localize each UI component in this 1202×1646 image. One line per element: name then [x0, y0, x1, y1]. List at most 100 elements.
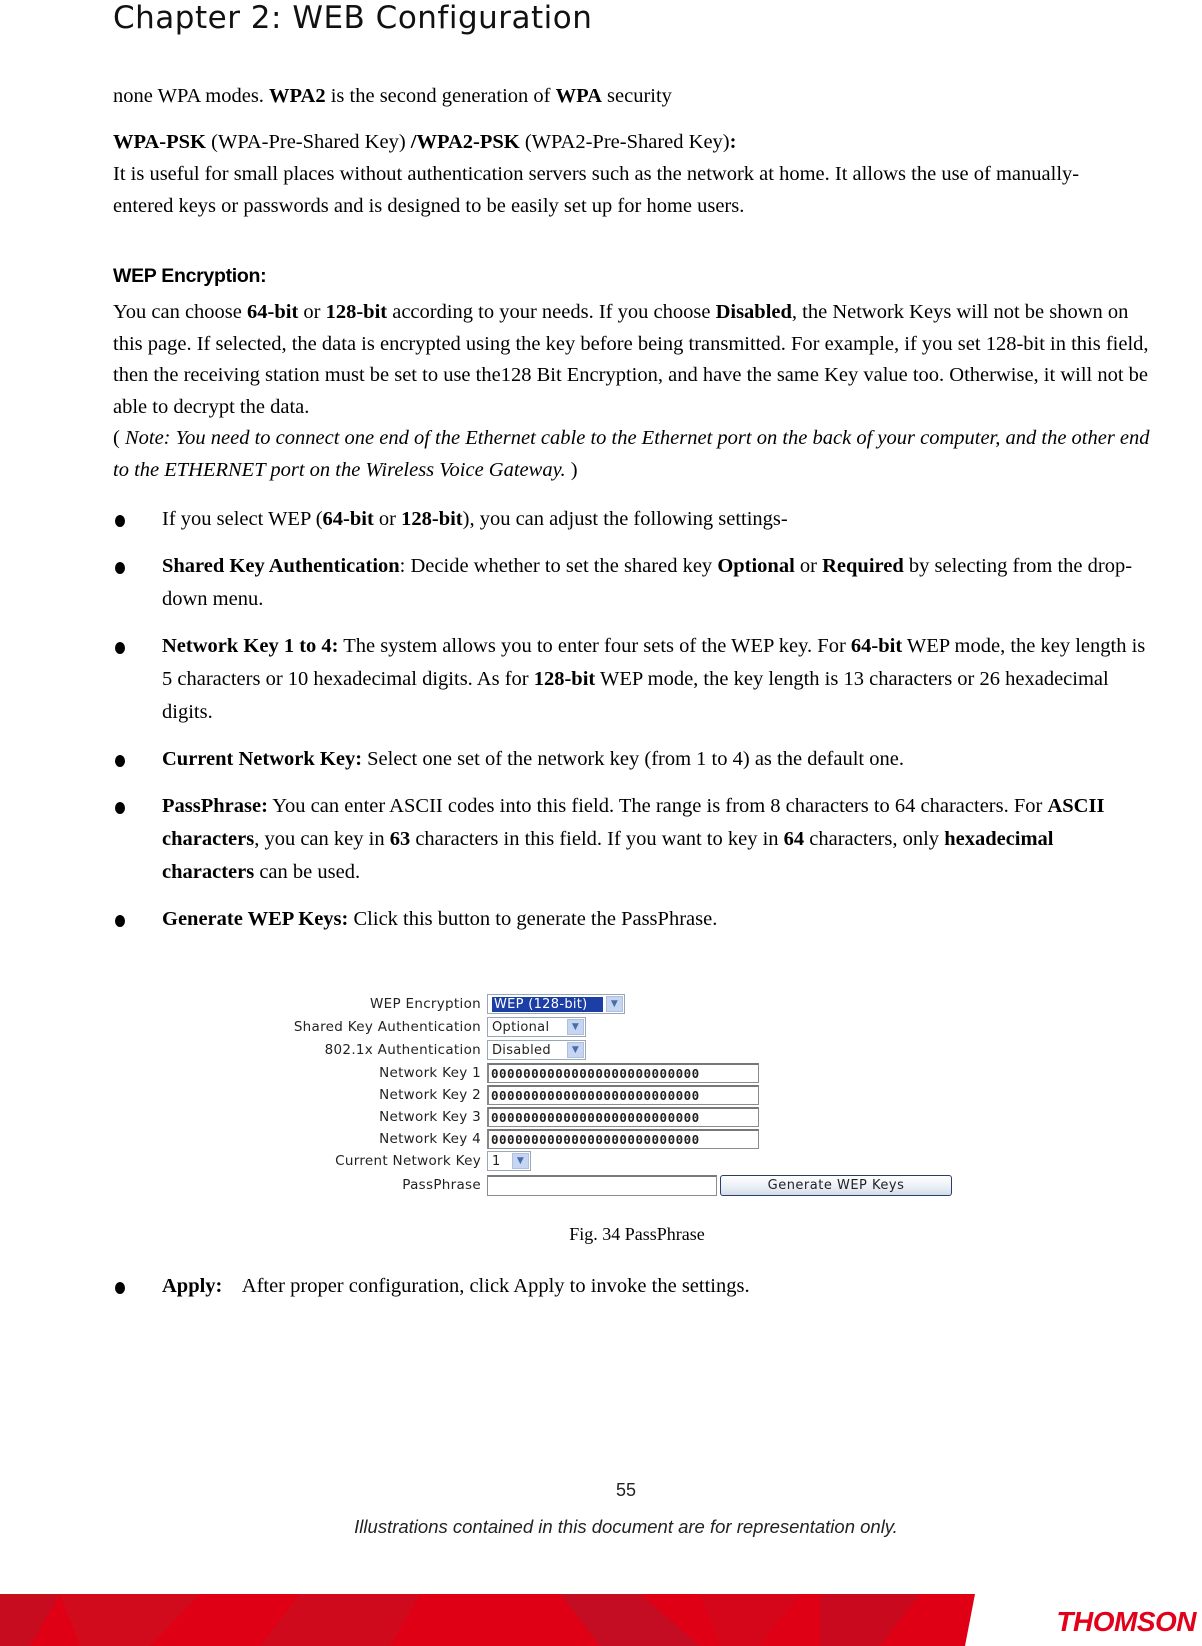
list-item: If you select WEP (64-bit or 128-bit), y…: [113, 503, 1153, 536]
text: (WPA-Pre-Shared Key): [206, 131, 411, 153]
chevron-down-icon[interactable]: ▼: [606, 996, 623, 1012]
settings-bullet-list: If you select WEP (64-bit or 128-bit), y…: [113, 503, 1153, 936]
bold-term: Apply:: [162, 1275, 223, 1297]
text: : Decide whether to set the shared key: [399, 555, 718, 577]
text: is the second generation of: [325, 85, 556, 107]
text: characters in this field. If you want to…: [410, 828, 784, 850]
text: or: [373, 508, 402, 530]
list-item: Apply: After proper configuration, click…: [113, 1270, 1153, 1303]
network-key-2-input[interactable]: 00000000000000000000000000: [487, 1085, 759, 1105]
row-passphrase: PassPhrase Generate WEP Keys: [240, 1174, 952, 1196]
text: The system allows you to enter four sets…: [338, 635, 851, 657]
network-key-3-input[interactable]: 00000000000000000000000000: [487, 1107, 759, 1127]
text: Click this button to generate the PassPh…: [348, 908, 718, 930]
generate-wep-keys-button[interactable]: Generate WEP Keys: [720, 1174, 952, 1196]
bold-term: WPA2: [269, 85, 326, 107]
label-passphrase: PassPhrase: [402, 1177, 481, 1193]
label-network-key-1: Network Key 1: [379, 1065, 481, 1081]
list-item: Network Key 1 to 4: The system allows yo…: [113, 630, 1153, 729]
list-item: Generate WEP Keys: Click this button to …: [113, 903, 1153, 936]
page-number: 55: [615, 1480, 637, 1500]
row-network-key-1: Network Key 1 00000000000000000000000000: [240, 1062, 759, 1084]
list-item: PassPhrase: You can enter ASCII codes in…: [113, 790, 1113, 889]
selected-value: 1: [492, 1153, 501, 1169]
network-key-4-input[interactable]: 00000000000000000000000000: [487, 1129, 759, 1149]
selected-value: WEP (128-bit): [491, 995, 604, 1013]
bold-term: PassPhrase:: [162, 795, 268, 817]
psk-paragraph: WPA-PSK (WPA-Pre-Shared Key) /WPA2-PSK (…: [113, 126, 1153, 222]
text: After proper configuration, click Apply …: [222, 1275, 750, 1297]
text: Select one set of the network key (from …: [362, 748, 904, 770]
red-band-graphic: [0, 1594, 975, 1646]
text: (: [113, 427, 125, 450]
chevron-down-icon[interactable]: ▼: [512, 1153, 529, 1169]
bold-term: Generate WEP Keys:: [162, 908, 349, 930]
row-network-key-4: Network Key 4 00000000000000000000000000: [240, 1128, 759, 1150]
text: , you can key in: [254, 828, 390, 850]
text: according to your needs. If you choose: [387, 301, 716, 323]
text: ), you can adjust the following settings…: [462, 508, 788, 530]
bold-term: 64: [783, 828, 805, 850]
network-key-1-input[interactable]: 00000000000000000000000000: [487, 1063, 759, 1083]
current-network-key-select[interactable]: 1 ▼: [487, 1151, 531, 1171]
bold-term: 63: [389, 828, 411, 850]
text: (WPA2-Pre-Shared Key): [519, 131, 730, 153]
text: or: [794, 555, 823, 577]
bold-term: WPA: [555, 85, 602, 107]
psk-description: It is useful for small places without au…: [113, 163, 1080, 217]
bold-term: 128-bit: [401, 508, 463, 530]
row-network-key-2: Network Key 2 00000000000000000000000000: [240, 1084, 759, 1106]
label-wep-encryption: WEP Encryption: [370, 996, 481, 1012]
footer-decorative-band: [0, 1594, 1202, 1646]
apply-bullet-list: Apply: After proper configuration, click…: [113, 1270, 1153, 1303]
text: can be used.: [254, 861, 361, 883]
footer-disclaimer: Illustrations contained in this document…: [354, 1516, 898, 1537]
shared-key-auth-select[interactable]: Optional ▼: [487, 1017, 586, 1037]
chevron-down-icon[interactable]: ▼: [567, 1019, 584, 1035]
bold-term: Required: [822, 555, 904, 577]
text: none WPA modes.: [113, 85, 270, 107]
label-dot1x-auth: 802.1x Authentication: [324, 1042, 481, 1058]
row-current-network-key: Current Network Key 1 ▼: [240, 1150, 531, 1172]
wep-encryption-select[interactable]: WEP (128-bit) ▼: [487, 994, 625, 1014]
bold-term: Network Key 1 to 4:: [162, 635, 339, 657]
label-network-key-4: Network Key 4: [379, 1131, 481, 1147]
label-shared-key-auth: Shared Key Authentication: [293, 1019, 481, 1035]
wep-settings-figure: WEP Encryption WEP (128-bit) ▼ Shared Ke…: [240, 993, 980, 1213]
figure-caption: Fig. 34 PassPhrase: [569, 1224, 705, 1244]
intro-paragraph: none WPA modes. WPA2 is the second gener…: [113, 80, 1153, 113]
selected-value: Optional: [492, 1019, 550, 1035]
bold-term: 64-bit: [322, 508, 374, 530]
bold-term: Disabled: [715, 301, 792, 323]
bold-term: 64-bit: [850, 635, 903, 657]
thomson-logo: THOMSON: [1056, 1606, 1196, 1637]
text: If you select WEP (: [162, 508, 323, 530]
bold-term: 128-bit: [325, 301, 388, 323]
row-shared-key-auth: Shared Key Authentication Optional ▼: [240, 1016, 586, 1038]
text: characters, only: [804, 828, 945, 850]
bold-term: 128-bit: [533, 668, 596, 690]
bold-term: WPA-PSK: [113, 131, 207, 153]
wep-paragraph: You can choose 64-bit or 128-bit accordi…: [113, 297, 1163, 487]
bold-term: 64-bit: [247, 301, 299, 323]
text: security: [601, 85, 672, 107]
bold-term: Current Network Key:: [162, 748, 363, 770]
selected-value: Disabled: [492, 1042, 551, 1058]
bold-term: Shared Key Authentication: [162, 555, 400, 577]
psk-heading: WPA-PSK (WPA-Pre-Shared Key) /WPA2-PSK (…: [113, 126, 1153, 158]
list-item: Current Network Key: Select one set of t…: [113, 743, 1153, 776]
bold-term: Optional: [717, 555, 795, 577]
note-text: Note: You need to connect one end of the…: [113, 427, 1150, 481]
label-network-key-3: Network Key 3: [379, 1109, 481, 1125]
bold-term: /WPA2-PSK: [410, 131, 520, 153]
text: You can enter ASCII codes into this fiel…: [267, 795, 1048, 817]
passphrase-input[interactable]: [487, 1174, 717, 1196]
section-heading-wep-encryption: WEP Encryption:: [113, 265, 267, 287]
text: You can choose: [113, 301, 248, 323]
row-network-key-3: Network Key 3 00000000000000000000000000: [240, 1106, 759, 1128]
chapter-title: Chapter 2: WEB Configuration: [113, 0, 593, 36]
chevron-down-icon[interactable]: ▼: [567, 1042, 584, 1058]
dot1x-auth-select[interactable]: Disabled ▼: [487, 1040, 586, 1060]
label-current-network-key: Current Network Key: [335, 1153, 481, 1169]
text: ): [565, 458, 578, 481]
